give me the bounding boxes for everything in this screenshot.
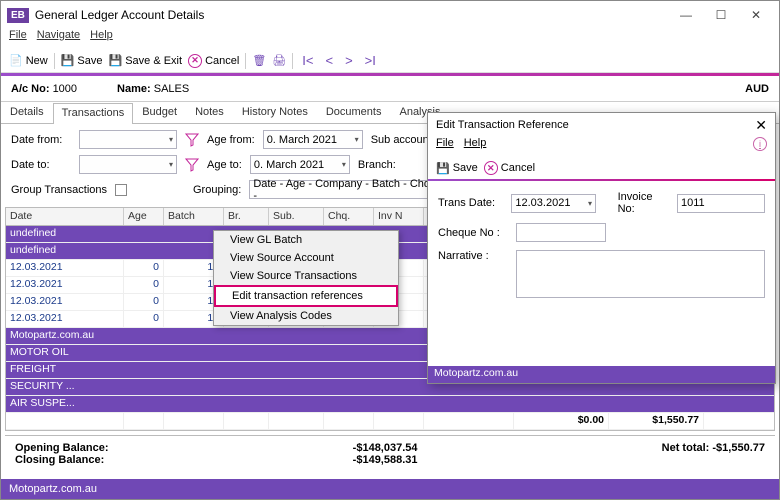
opening-value: -$148,037.54 [353, 442, 418, 454]
dialog-save-button[interactable]: 💾 Save [436, 162, 478, 175]
invoice-input[interactable] [677, 194, 765, 213]
nav-first-icon[interactable]: I< [299, 53, 316, 68]
dialog-title: Edit Transaction Reference [436, 119, 569, 131]
ctx-edit-transaction-references[interactable]: Edit transaction references [214, 285, 398, 307]
trans-date-input[interactable]: 12.03.2021▾ [511, 194, 596, 213]
col-sub[interactable]: Sub. [269, 208, 324, 225]
net-label: Net total: [662, 442, 710, 454]
filter-icon[interactable] [185, 133, 199, 147]
ctx-view-source-account[interactable]: View Source Account [214, 249, 398, 267]
minimize-button[interactable]: — [669, 4, 703, 26]
ctx-view-analysis-codes[interactable]: View Analysis Codes [214, 307, 398, 325]
branch-label: Branch: [358, 159, 396, 171]
date-from-label: Date from: [11, 134, 71, 146]
delete-icon[interactable]: 🗑 [252, 54, 266, 67]
narrative-input[interactable] [516, 250, 765, 298]
totals-panel: Opening Balance: Closing Balance: -$148,… [5, 435, 775, 472]
ac-no-label: A/c No: [11, 83, 50, 95]
cancel-button[interactable]: ✕ Cancel [188, 54, 239, 68]
col-br[interactable]: Br. [224, 208, 269, 225]
group-trans-checkbox[interactable] [115, 184, 127, 196]
dialog-cancel-button[interactable]: ✕ Cancel [484, 161, 535, 175]
tab-history-notes[interactable]: History Notes [233, 102, 317, 123]
closing-label: Closing Balance: [15, 454, 104, 466]
titlebar[interactable]: EB General Ledger Account Details — ☐ ✕ [1, 1, 779, 29]
app-icon: EB [7, 8, 29, 23]
dialog-close-icon[interactable]: ✕ [755, 117, 767, 134]
tab-transactions[interactable]: Transactions [53, 103, 134, 124]
table-row[interactable]: AIR SUSPE... [6, 396, 774, 413]
menu-file[interactable]: File [9, 29, 27, 49]
narrative-label: Narrative : [438, 250, 508, 262]
account-header: A/c No: 1000 Name: SALES AUD [1, 76, 779, 102]
age-from-select[interactable]: 0. March 2021▾ [263, 130, 363, 149]
date-from-input[interactable]: ▾ [79, 130, 177, 149]
dialog-menu-file[interactable]: File [436, 137, 454, 157]
age-to-select[interactable]: 0. March 2021▾ [250, 155, 350, 174]
col-batch[interactable]: Batch [164, 208, 224, 225]
maximize-button[interactable]: ☐ [704, 4, 738, 26]
name-label: Name: [117, 83, 151, 95]
save-exit-button[interactable]: 💾 Save & Exit [109, 54, 183, 67]
currency-label: AUD [745, 83, 769, 95]
closing-value: -$149,588.31 [353, 454, 418, 466]
name-value: SALES [154, 83, 189, 95]
menubar: File Navigate Help [1, 29, 779, 49]
menu-help[interactable]: Help [90, 29, 113, 49]
status-text: Motopartz.com.au [9, 483, 97, 495]
ac-no-value: 1000 [53, 83, 77, 95]
ctx-view-gl-batch[interactable]: View GL Batch [214, 231, 398, 249]
print-icon[interactable]: 🖨 [272, 54, 286, 67]
date-to-input[interactable]: ▾ [79, 155, 177, 174]
table-row[interactable]: $0.00$1,550.77 [6, 413, 774, 430]
group-trans-label: Group Transactions [11, 184, 107, 196]
toolbar: 📄 New 💾 Save 💾 Save & Exit ✕ Cancel 🗑 🖨 … [1, 49, 779, 73]
age-to-label: Age to: [207, 159, 242, 171]
col-date[interactable]: Date [6, 208, 124, 225]
col-inv[interactable]: Inv N [374, 208, 424, 225]
nav-next-icon[interactable]: > [342, 53, 356, 68]
save-button[interactable]: 💾 Save [61, 54, 103, 67]
tab-budget[interactable]: Budget [133, 102, 186, 123]
net-value: -$1,550.77 [712, 442, 765, 454]
context-menu: View GL Batch View Source Account View S… [213, 230, 399, 326]
dialog-status: Motopartz.com.au [428, 366, 775, 383]
status-bar: Motopartz.com.au [1, 479, 779, 499]
dialog-menu-help[interactable]: Help [464, 137, 487, 157]
grouping-label: Grouping: [193, 184, 241, 196]
trans-date-label: Trans Date: [438, 197, 503, 209]
opening-label: Opening Balance: [15, 442, 109, 454]
sub-account-label: Sub account: [371, 134, 435, 146]
filter-icon[interactable] [185, 158, 199, 172]
info-icon[interactable]: i [753, 137, 767, 151]
nav-prev-icon[interactable]: < [322, 53, 336, 68]
col-age[interactable]: Age [124, 208, 164, 225]
age-from-label: Age from: [207, 134, 255, 146]
new-button[interactable]: 📄 New [9, 54, 48, 67]
grouping-select[interactable]: Date - Age - Company - Batch - Chq. - [249, 180, 439, 199]
menu-navigate[interactable]: Navigate [37, 29, 80, 49]
window-title: General Ledger Account Details [35, 8, 204, 22]
nav-last-icon[interactable]: >I [362, 53, 379, 68]
tab-notes[interactable]: Notes [186, 102, 233, 123]
close-button[interactable]: ✕ [739, 4, 773, 26]
cheque-input[interactable] [516, 223, 606, 242]
tab-documents[interactable]: Documents [317, 102, 391, 123]
invoice-label: Invoice No: [618, 191, 669, 215]
ctx-view-source-transactions[interactable]: View Source Transactions [214, 267, 398, 285]
edit-transaction-dialog: Edit Transaction Reference ✕ File Help i… [427, 112, 776, 384]
date-to-label: Date to: [11, 159, 71, 171]
cheque-label: Cheque No : [438, 227, 508, 239]
col-chq[interactable]: Chq. [324, 208, 374, 225]
tab-details[interactable]: Details [1, 102, 53, 123]
